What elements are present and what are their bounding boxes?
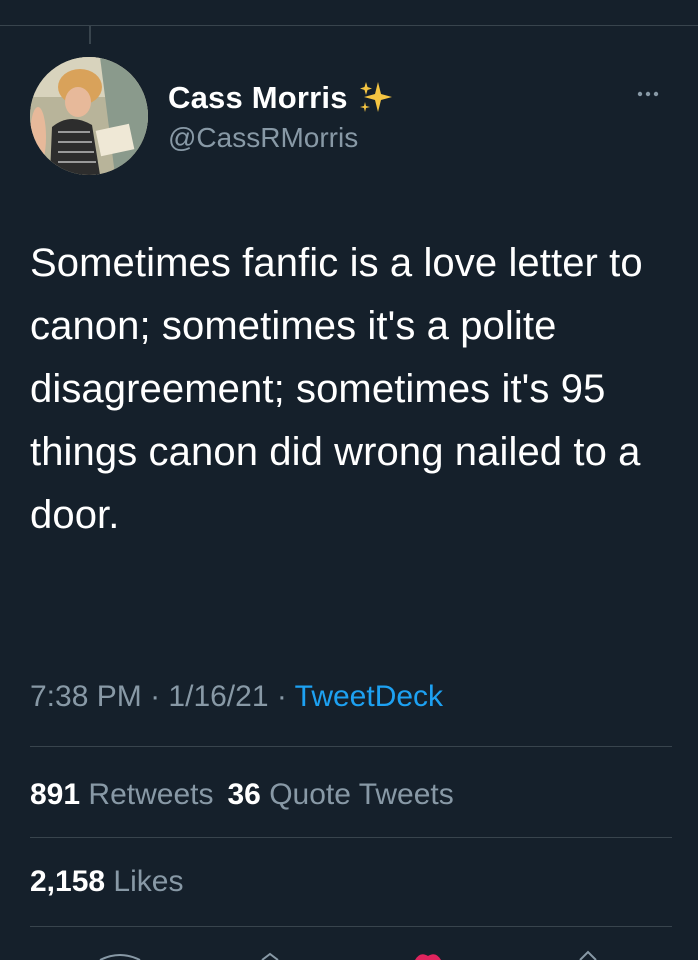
likes-stats-row: 2,158 Likes xyxy=(30,865,183,899)
divider xyxy=(30,746,672,747)
avatar[interactable] xyxy=(30,57,148,175)
action-bar xyxy=(99,950,597,960)
more-options-icon[interactable] xyxy=(633,84,663,104)
top-divider xyxy=(0,25,698,26)
retweets-stat[interactable]: 891 Retweets xyxy=(30,778,213,811)
retweets-label: Retweets xyxy=(88,778,214,811)
sparkles-icon xyxy=(359,82,392,112)
quote-tweets-count: 36 xyxy=(227,778,261,811)
tweet-metadata: 7:38 PM · 1/16/21 · TweetDeck xyxy=(30,680,443,714)
meta-separator: · xyxy=(276,680,287,713)
engagement-stats-row: 891 Retweets 36 Quote Tweets xyxy=(30,778,454,812)
thread-connector-line xyxy=(89,26,91,44)
author-handle[interactable]: @CassRMorris xyxy=(168,122,358,154)
retweets-count: 891 xyxy=(30,778,81,811)
likes-stat[interactable]: 2,158 Likes xyxy=(30,865,183,898)
tweet-source-link[interactable]: TweetDeck xyxy=(295,680,443,713)
share-icon[interactable] xyxy=(579,950,597,960)
divider xyxy=(30,837,672,838)
tweet-text: Sometimes fanfic is a love letter to can… xyxy=(30,241,643,537)
like-icon[interactable] xyxy=(415,954,441,960)
avatar-image xyxy=(30,57,148,175)
meta-separator: · xyxy=(150,680,161,713)
tweet-time[interactable]: 7:38 PM xyxy=(30,680,142,713)
quote-tweets-stat[interactable]: 36 Quote Tweets xyxy=(227,778,453,811)
tweet-date[interactable]: 1/16/21 xyxy=(168,680,268,713)
quote-tweets-label: Quote Tweets xyxy=(269,778,454,811)
likes-count: 2,158 xyxy=(30,865,106,898)
divider xyxy=(30,926,672,927)
likes-label: Likes xyxy=(113,865,184,898)
retweet-icon[interactable] xyxy=(261,952,279,960)
author-name[interactable]: Cass Morris xyxy=(168,80,348,116)
author-name-row: Cass Morris xyxy=(168,80,394,116)
reply-icon[interactable] xyxy=(99,954,141,960)
